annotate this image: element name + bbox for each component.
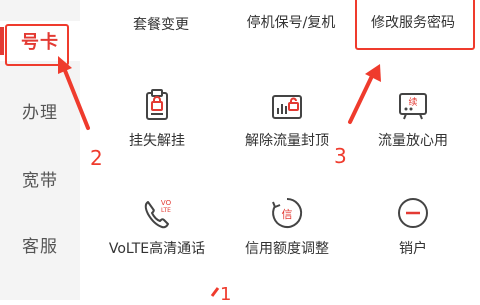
annotation-arrows <box>58 56 381 297</box>
arrow-bottom <box>210 287 220 297</box>
arrow-to-sidebar <box>62 66 90 130</box>
arrow-head-password <box>365 64 381 82</box>
step-number-1: 1 <box>220 284 232 305</box>
step-number-3: 3 <box>334 144 347 168</box>
step-number-2: 2 <box>90 146 103 170</box>
arrow-to-password <box>348 74 374 124</box>
